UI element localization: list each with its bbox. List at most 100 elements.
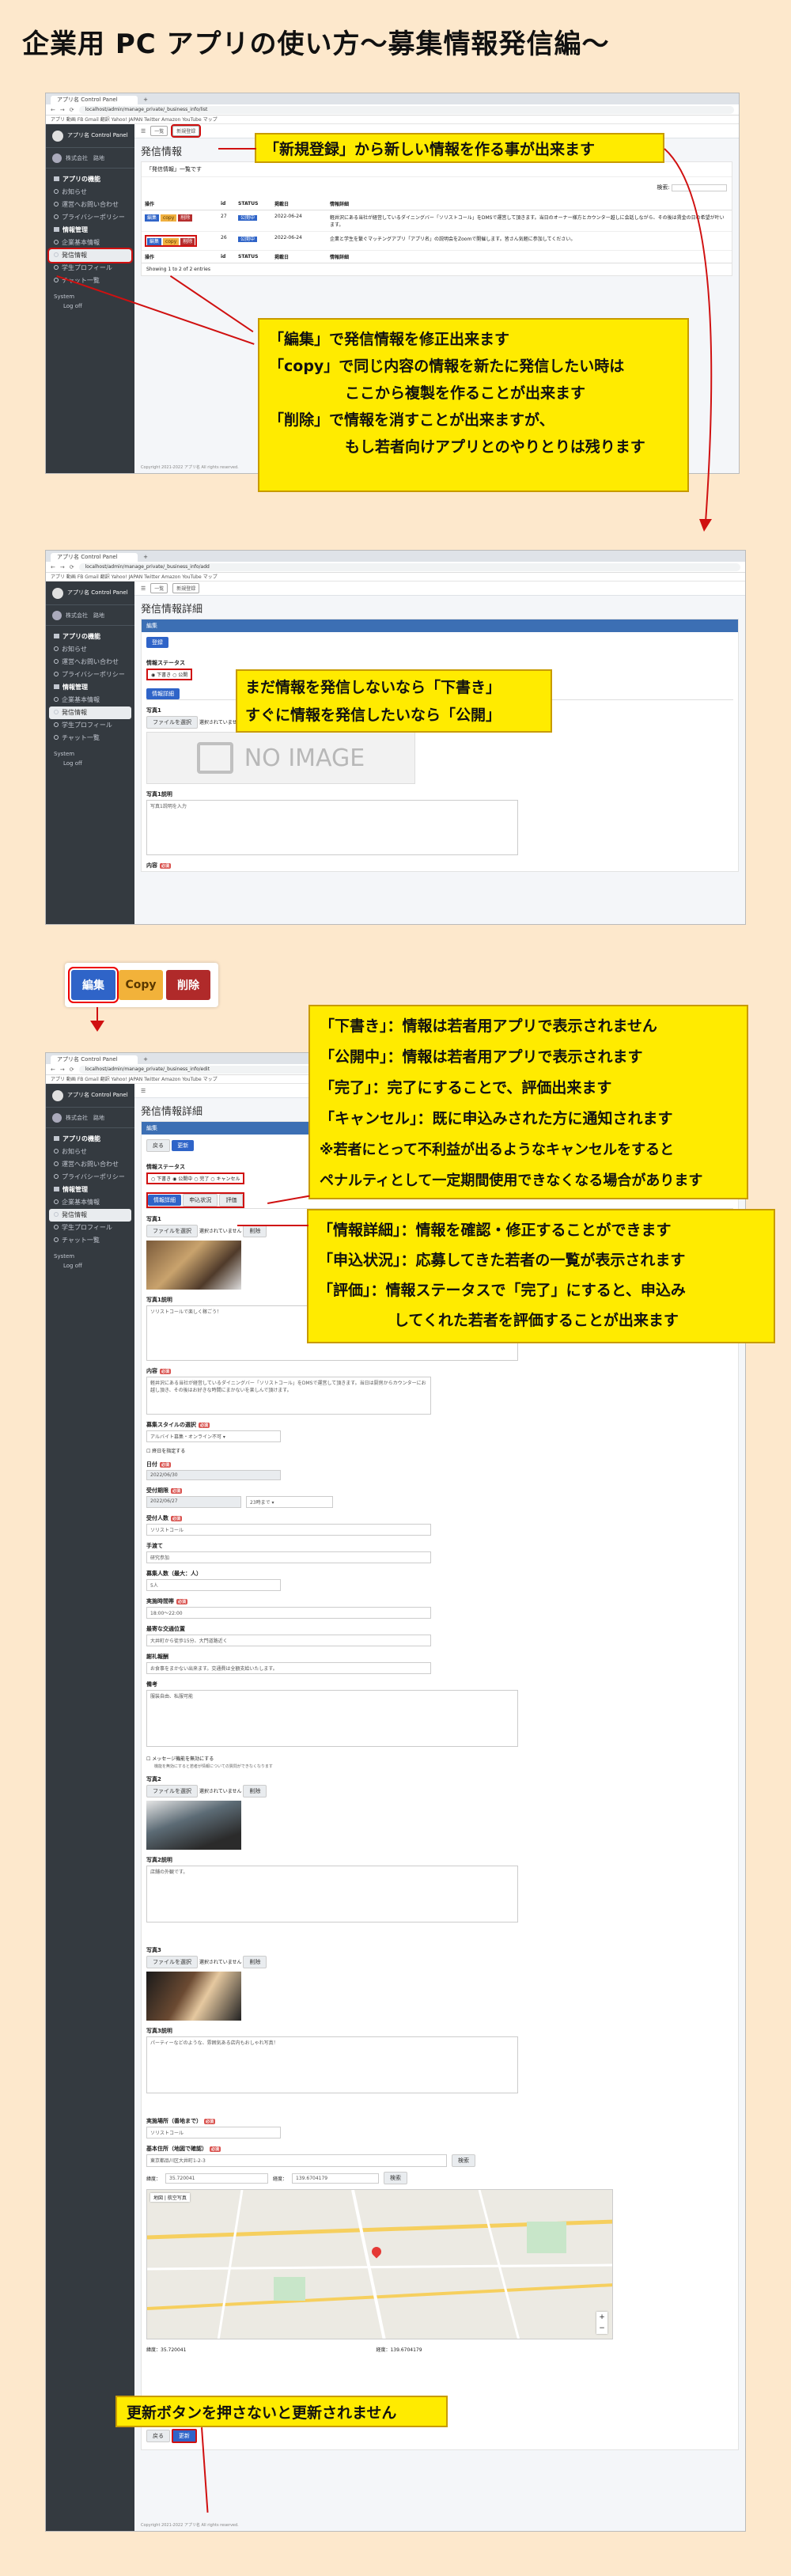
lng-input[interactable]: 139.6704179: [292, 2173, 380, 2184]
logout-link[interactable]: Log off: [46, 760, 134, 767]
sidebar-head-info[interactable]: 情報管理: [46, 681, 134, 694]
lat-input[interactable]: 35.720041: [165, 2173, 269, 2184]
update-button-top[interactable]: 更新: [172, 1140, 195, 1151]
browser-tab[interactable]: アプリ名 Control Panel: [51, 96, 138, 104]
tab-detail[interactable]: 情報詳細: [148, 1195, 181, 1206]
sidebar-head-features[interactable]: アプリの機能: [46, 173, 134, 186]
radio-draft[interactable]: ◉ 下書き: [151, 672, 171, 678]
back-button-bottom[interactable]: 戻る: [146, 2430, 170, 2442]
zoom-in-icon[interactable]: +: [596, 2312, 607, 2323]
deadline-time-select[interactable]: 23時まで ▾: [246, 1496, 333, 1508]
save-button[interactable]: 登録: [146, 637, 168, 648]
radio-public[interactable]: ◉ 公開中: [172, 1176, 192, 1182]
forward-arrow-icon[interactable]: →: [60, 1066, 65, 1073]
hours-input[interactable]: 18:00〜22:00: [146, 1607, 431, 1619]
deadline-input[interactable]: 2022/06/27: [146, 1496, 241, 1508]
hands-input[interactable]: 研究参加: [146, 1551, 431, 1563]
map-tab-map[interactable]: 地図: [153, 2195, 163, 2201]
pay-input[interactable]: ソリストコール: [146, 1524, 431, 1536]
row-delete-button[interactable]: 削除: [180, 238, 195, 245]
reload-icon[interactable]: ⟳: [70, 1066, 74, 1073]
address-input[interactable]: 東京都品川区大井町1-2-3: [146, 2154, 447, 2167]
nav-new-button[interactable]: 新規登録: [172, 583, 200, 593]
browser-tab[interactable]: アプリ名 Control Panel: [51, 1055, 138, 1064]
zoom-out-icon[interactable]: −: [596, 2323, 607, 2334]
row-edit-button[interactable]: 編集: [145, 214, 160, 222]
map-tab-satellite[interactable]: 航空写真: [168, 2195, 187, 2201]
sidebar-item-company[interactable]: 企業基本情報: [46, 1196, 134, 1209]
notes-textarea[interactable]: 服装自由、私服可能: [146, 1690, 518, 1747]
sidebar-item-news[interactable]: お知らせ: [46, 186, 134, 199]
new-tab-icon[interactable]: +: [140, 1055, 151, 1064]
col-date[interactable]: 掲載日: [271, 198, 327, 210]
radio-cancel[interactable]: ○ キャンセル: [210, 1176, 240, 1182]
row-copy-button[interactable]: copy: [160, 214, 177, 222]
delete-button[interactable]: 削除: [166, 970, 210, 1000]
content-textarea[interactable]: 軽井沢にある当社が経営しているダイニングバー「ソリストコール」をDMSで運営して…: [146, 1377, 431, 1415]
transport-input[interactable]: 大井町から徒歩15分、大門道路近く: [146, 1635, 431, 1646]
sidebar-item-contact[interactable]: 運営へお問い合わせ: [46, 1158, 134, 1171]
url-bar[interactable]: localhost/admin/manage_private/_business…: [78, 563, 740, 571]
sidebar-item-company[interactable]: 企業基本情報: [46, 694, 134, 707]
row-delete-button[interactable]: 削除: [178, 214, 193, 222]
update-button[interactable]: 更新: [171, 2429, 197, 2443]
sidebar-item-news[interactable]: お知らせ: [46, 643, 134, 656]
caption1-textarea[interactable]: 写真1説明を入力: [146, 800, 518, 855]
sidebar-head-features[interactable]: アプリの機能: [46, 631, 134, 643]
image-delete-button[interactable]: 削除: [243, 1785, 267, 1798]
tab-applications[interactable]: 申込状況: [183, 1194, 218, 1207]
nav-list-button[interactable]: 一覧: [150, 126, 168, 136]
back-button[interactable]: 戻る: [146, 1139, 170, 1152]
style-select[interactable]: アルバイト募集・オンライン不可 ▾: [146, 1430, 281, 1442]
sidebar-item-chat[interactable]: チャット一覧: [46, 1234, 134, 1247]
edit-button[interactable]: 編集: [68, 967, 119, 1003]
file-select-button[interactable]: ファイルを選択: [146, 1225, 198, 1237]
sidebar-item-chat[interactable]: チャット一覧: [46, 732, 134, 744]
image-delete-button[interactable]: 削除: [243, 1225, 267, 1237]
sidebar-head-info[interactable]: 情報管理: [46, 1184, 134, 1196]
sidebar-item-students[interactable]: 学生プロフィール: [46, 719, 134, 732]
row-copy-button[interactable]: copy: [162, 238, 180, 245]
image-delete-button[interactable]: 削除: [243, 1956, 267, 1968]
sidebar-item-posts[interactable]: 発信情報: [49, 707, 131, 719]
sidebar-head-info[interactable]: 情報管理: [46, 224, 134, 237]
url-bar[interactable]: localhost/admin/manage_private/_business…: [78, 105, 734, 114]
radio-draft[interactable]: ○ 下書き: [151, 1176, 171, 1182]
logout-link[interactable]: Log off: [46, 1263, 134, 1269]
file-select-button[interactable]: ファイルを選択: [146, 1956, 198, 1968]
date-input[interactable]: 2022/06/30: [146, 1470, 281, 1480]
menu-icon[interactable]: ☰: [141, 128, 146, 134]
sidebar-item-contact[interactable]: 運営へお問い合わせ: [46, 656, 134, 669]
people-input[interactable]: 5人: [146, 1579, 281, 1591]
back-arrow-icon[interactable]: ←: [51, 107, 55, 113]
back-arrow-icon[interactable]: ←: [51, 1066, 55, 1073]
forward-arrow-icon[interactable]: →: [60, 107, 65, 113]
file-select-button[interactable]: ファイルを選択: [146, 716, 198, 729]
copy-button[interactable]: Copy: [119, 970, 163, 1000]
back-arrow-icon[interactable]: ←: [51, 564, 55, 570]
reward-input[interactable]: お食事をまかない出来ます。交通費は全額支給いたします。: [146, 1662, 431, 1674]
sidebar-head-features[interactable]: アプリの機能: [46, 1133, 134, 1146]
sidebar-item-privacy[interactable]: プライバシーポリシー: [46, 1171, 134, 1184]
radio-public[interactable]: ○ 公開: [172, 672, 187, 678]
sidebar-item-contact[interactable]: 運営へお問い合わせ: [46, 199, 134, 211]
row-edit-button[interactable]: 編集: [147, 238, 162, 245]
new-tab-icon[interactable]: +: [140, 96, 151, 104]
sidebar-item-posts[interactable]: 発信情報: [49, 1209, 131, 1222]
nav-list-button[interactable]: 一覧: [150, 583, 168, 593]
caption2-textarea[interactable]: 店舗の外観です。: [146, 1866, 518, 1923]
forward-arrow-icon[interactable]: →: [60, 564, 65, 570]
col-actions[interactable]: 操作: [142, 198, 218, 210]
sidebar-item-company[interactable]: 企業基本情報: [46, 237, 134, 249]
new-tab-icon[interactable]: +: [140, 553, 151, 562]
menu-icon[interactable]: ☰: [141, 1088, 146, 1094]
caption3-textarea[interactable]: パーティーなどのような、雰囲気ある店内もおしゃれ写真！: [146, 2036, 518, 2093]
sidebar-item-privacy[interactable]: プライバシーポリシー: [46, 211, 134, 224]
sidebar-item-news[interactable]: お知らせ: [46, 1146, 134, 1158]
file-select-button[interactable]: ファイルを選択: [146, 1785, 198, 1798]
col-status[interactable]: STATUS: [235, 198, 271, 210]
coords-search-button[interactable]: 検索: [384, 2172, 408, 2184]
message-disable-checkbox[interactable]: ☐ メッセージ機能を無効にする: [146, 1755, 733, 1762]
radio-complete[interactable]: ○ 完了: [194, 1176, 209, 1182]
tab-evaluation[interactable]: 評価: [219, 1194, 244, 1207]
